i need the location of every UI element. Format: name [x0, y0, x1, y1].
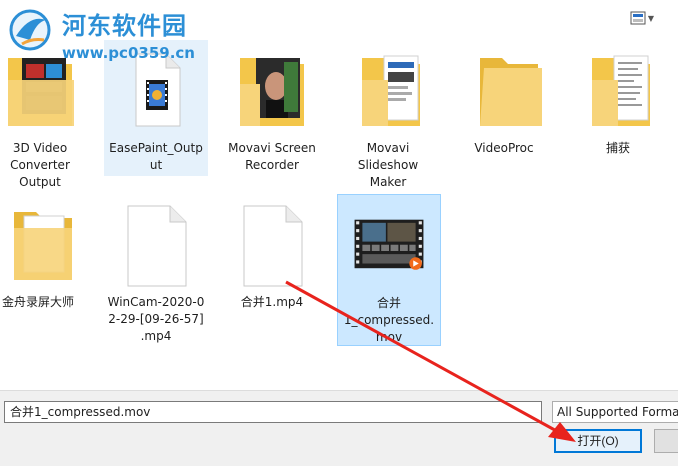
file-type-filter[interactable]: All Supported Forma [552, 401, 678, 423]
view-menu-icon [630, 11, 646, 25]
folder-doc-icon [592, 55, 650, 126]
file-label: 3D Video Converter Output [10, 141, 70, 189]
chevron-down-icon: ▼ [647, 13, 655, 23]
list-item[interactable]: 金舟录屏大师 [0, 194, 90, 330]
file-list: 3D Video Converter Output EasePaint_Outp… [0, 40, 678, 390]
cancel-button[interactable] [654, 429, 678, 453]
file-label: WinCam-2020-0 2-29-[09-26-57] .mp4 [107, 295, 205, 343]
open-button[interactable]: 打开(O) [554, 429, 642, 453]
file-label: VideoProc [474, 141, 534, 155]
file-label: Movavi Slideshow Maker [357, 141, 419, 189]
watermark-logo-icon [9, 9, 51, 51]
folder-photo-icon [240, 58, 304, 126]
file-label: 合并1.mp4 [240, 295, 304, 309]
watermark-url: www.pc0359.cn [62, 44, 195, 62]
list-item[interactable]: Movavi Slideshow Maker [336, 40, 440, 189]
file-label: EasePaint_Output [109, 141, 203, 172]
file-icon [127, 205, 187, 287]
list-item[interactable]: 合并1.mp4 [220, 194, 324, 330]
watermark-title: 河东软件园 [62, 12, 187, 40]
folder-icon [480, 58, 542, 126]
list-item[interactable]: Movavi Screen Recorder [220, 40, 324, 176]
folder-doc-icon [362, 55, 420, 126]
folder-icon [14, 212, 72, 280]
filename-input[interactable]: 合并1_compressed.mov [4, 401, 542, 423]
change-view-button[interactable]: ▼ [628, 8, 656, 28]
list-item[interactable]: 捕获 [566, 40, 670, 176]
list-item[interactable]: VideoProc [452, 40, 556, 176]
list-item[interactable]: WinCam-2020-0 2-29-[09-26-57] .mp4 [104, 194, 208, 343]
file-label: 捕获 [605, 141, 630, 155]
watermark: 河东软件园 www.pc0359.cn [4, 2, 224, 66]
dialog-footer: 合并1_compressed.mov All Supported Forma 打… [0, 390, 678, 466]
file-icon [243, 205, 303, 287]
video-thumbnail-icon [354, 219, 424, 270]
file-label: 金舟录屏大师 [1, 295, 74, 309]
list-item-selected[interactable]: 合并 1_compressed. mov [337, 194, 441, 346]
file-label: 合并 1_compressed. mov [343, 296, 435, 344]
file-label: Movavi Screen Recorder [228, 141, 316, 172]
